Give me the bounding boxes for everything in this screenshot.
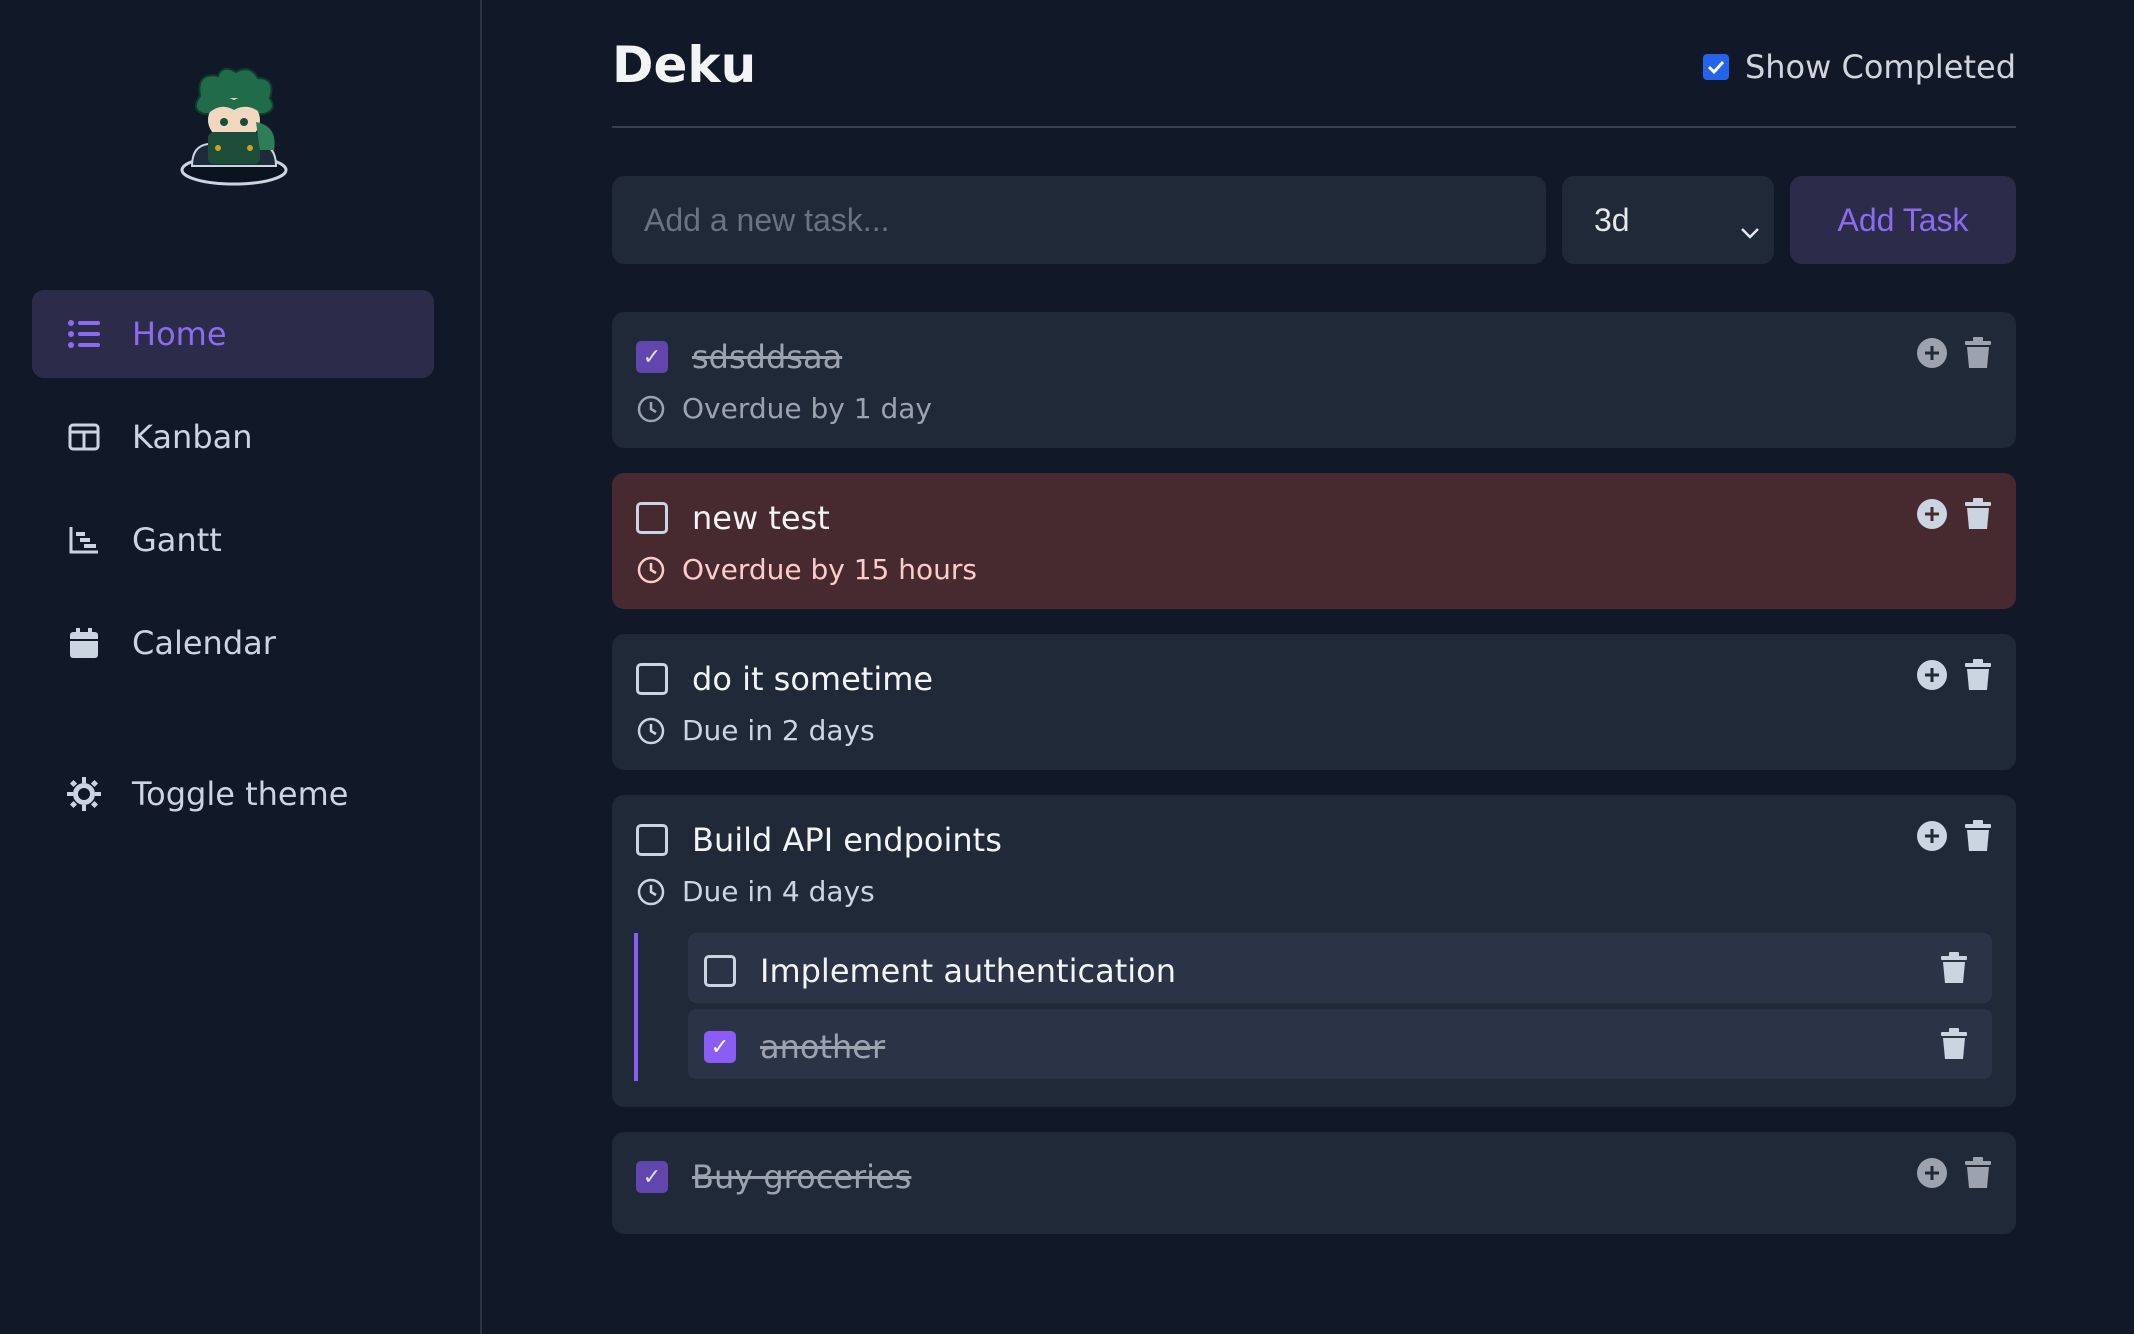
sidebar-item-calendar[interactable]: Calendar <box>32 599 434 687</box>
new-task-input[interactable] <box>612 176 1546 264</box>
sun-icon <box>66 776 102 812</box>
task-due: Overdue by 15 hours <box>636 553 977 586</box>
calendar-icon <box>66 625 102 661</box>
add-task-button[interactable]: Add Task <box>1790 176 2016 264</box>
deku-avatar-logo <box>178 66 290 186</box>
task-due-text: Due in 2 days <box>682 714 875 747</box>
subtask-item: Implement authentication <box>688 933 1992 1003</box>
clock-icon <box>637 717 665 744</box>
subtask-divider <box>634 933 638 1081</box>
task-actions <box>1902 497 1994 531</box>
columns-icon <box>66 419 102 455</box>
trash-icon[interactable] <box>1938 951 1970 985</box>
subtask-title: Implement authentication <box>760 952 1176 990</box>
task-due: Due in 4 days <box>636 875 875 908</box>
clock-icon <box>637 395 665 422</box>
sidebar-item-label: Calendar <box>132 624 276 662</box>
task-actions <box>1902 658 1994 692</box>
sidebar-nav: Home Kanban Gantt Calendar Toggle theme <box>32 290 434 813</box>
sidebar: Home Kanban Gantt Calendar Toggle theme <box>0 0 482 1334</box>
subtask-checkbox[interactable]: ✓ <box>704 1031 736 1063</box>
task-actions <box>1902 819 1994 853</box>
due-select[interactable]: 3d <box>1562 176 1774 264</box>
add-task-row: 3d Add Task <box>612 176 2016 264</box>
task-row: ✓ sdsddsaa <box>636 338 842 376</box>
task-row: do it sometime <box>636 660 933 698</box>
task-checkbox[interactable] <box>636 824 668 856</box>
task-card-with-subtasks: Build API endpoints Due in 4 days Implem… <box>612 795 2016 1107</box>
chevron-down-icon <box>1740 210 1760 247</box>
task-checkbox[interactable] <box>636 502 668 534</box>
task-checkbox[interactable]: ✓ <box>636 1161 668 1193</box>
task-card: do it sometime Due in 2 days <box>612 634 2016 770</box>
task-title: new test <box>692 499 830 537</box>
task-title: Build API endpoints <box>692 821 1002 859</box>
subtask-row: ✓ another <box>704 1028 885 1066</box>
subtask-actions <box>1924 951 1970 985</box>
add-subtask-icon[interactable] <box>1916 497 1948 531</box>
sidebar-item-kanban[interactable]: Kanban <box>32 393 434 481</box>
trash-icon[interactable] <box>1962 819 1994 853</box>
add-subtask-icon[interactable] <box>1916 336 1948 370</box>
task-due-text: Overdue by 15 hours <box>682 553 977 586</box>
add-subtask-icon[interactable] <box>1916 658 1948 692</box>
subtask-item: ✓ another <box>688 1009 1992 1079</box>
main-content: Deku Show Completed 3d Add Task ✓ sdsdds… <box>612 0 2016 1234</box>
task-title: Buy groceries <box>692 1158 912 1196</box>
sidebar-item-home[interactable]: Home <box>32 290 434 378</box>
task-checkbox[interactable] <box>636 663 668 695</box>
list-icon <box>66 316 102 352</box>
task-row: ✓ Buy groceries <box>636 1158 911 1196</box>
trash-icon[interactable] <box>1962 1156 1994 1190</box>
due-select-value: 3d <box>1594 201 1630 238</box>
trash-icon[interactable] <box>1962 497 1994 531</box>
toggle-theme-button[interactable]: Toggle theme <box>32 750 434 838</box>
task-due-text: Overdue by 1 day <box>682 392 932 425</box>
subtask-title: another <box>760 1028 886 1066</box>
clock-icon <box>637 878 665 905</box>
sidebar-item-gantt[interactable]: Gantt <box>32 496 434 584</box>
task-row: new test <box>636 499 830 537</box>
subtask-checkbox[interactable] <box>704 955 736 987</box>
trash-icon[interactable] <box>1962 336 1994 370</box>
task-due-text: Due in 4 days <box>682 875 875 908</box>
trash-icon[interactable] <box>1938 1027 1970 1061</box>
toggle-theme-label: Toggle theme <box>132 775 349 813</box>
show-completed-label: Show Completed <box>1744 48 2016 86</box>
task-due: Overdue by 1 day <box>636 392 932 425</box>
sidebar-item-label: Home <box>132 315 227 353</box>
task-title: do it sometime <box>692 660 934 698</box>
subtask-actions <box>1924 1027 1970 1061</box>
sidebar-item-label: Gantt <box>132 521 222 559</box>
add-subtask-icon[interactable] <box>1916 1156 1948 1190</box>
task-title: sdsddsaa <box>692 338 843 376</box>
sidebar-item-label: Kanban <box>132 418 253 456</box>
task-row: Build API endpoints <box>636 821 1002 859</box>
task-actions <box>1902 336 1994 370</box>
task-due: Due in 2 days <box>636 714 875 747</box>
trash-icon[interactable] <box>1962 658 1994 692</box>
task-actions <box>1902 1156 1994 1190</box>
show-completed-toggle[interactable]: Show Completed <box>1702 48 2016 86</box>
subtask-row: Implement authentication <box>704 952 1176 990</box>
add-subtask-icon[interactable] <box>1916 819 1948 853</box>
gantt-chart-icon <box>66 522 102 558</box>
task-card: ✓ Buy groceries <box>612 1132 2016 1234</box>
clock-icon <box>637 556 665 583</box>
task-card: ✓ sdsddsaa Overdue by 1 day <box>612 312 2016 448</box>
show-completed-checkbox[interactable] <box>1702 54 1729 80</box>
page-header: Deku Show Completed <box>612 0 2016 128</box>
page-title: Deku <box>612 36 757 94</box>
task-card-overdue: new test Overdue by 15 hours <box>612 473 2016 609</box>
task-checkbox[interactable]: ✓ <box>636 341 668 373</box>
